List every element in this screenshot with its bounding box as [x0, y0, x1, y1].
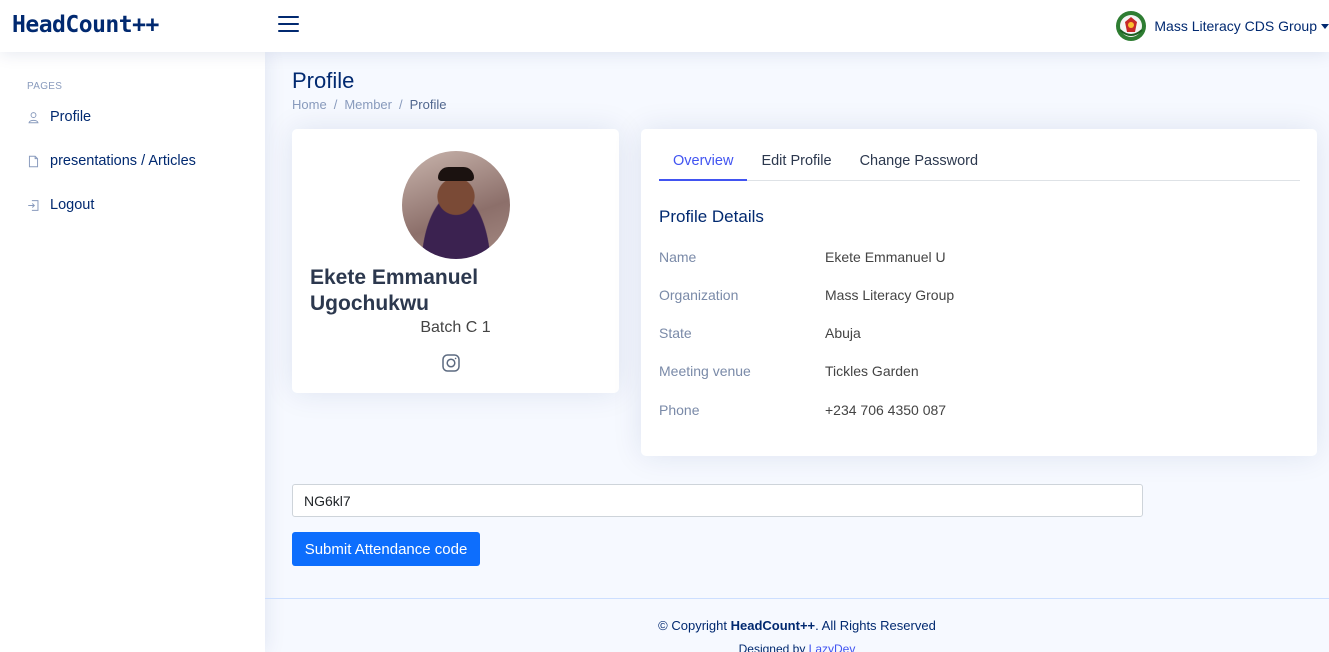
- detail-label: Phone: [659, 402, 700, 418]
- detail-row-state: State Abuja: [659, 325, 861, 341]
- copyright-brand: HeadCount++: [730, 618, 816, 633]
- copyright: © Copyright HeadCount++. All Rights Rese…: [265, 618, 1329, 633]
- nav-heading: PAGES: [27, 81, 63, 92]
- sidebar-item-profile[interactable]: Profile: [27, 109, 91, 125]
- breadcrumb-separator: /: [333, 97, 338, 112]
- breadcrumb: Home / Member / Profile: [292, 97, 446, 112]
- tab-overview[interactable]: Overview: [659, 147, 748, 181]
- credits: Designed by LazyDev: [265, 642, 1329, 652]
- logout-icon: [28, 199, 39, 211]
- breadcrumb-current: Profile: [409, 97, 447, 112]
- designer-link[interactable]: LazyDev: [809, 642, 856, 652]
- top-header: HeadCount++ Mass Literacy CDS Group: [0, 0, 1329, 52]
- detail-value: Tickles Garden: [825, 363, 919, 379]
- profile-batch: Batch C 1: [292, 319, 619, 337]
- breadcrumb-member[interactable]: Member: [344, 97, 392, 112]
- profile-name: Ekete Emmanuel Ugochukwu: [310, 266, 479, 315]
- user-name: Mass Literacy CDS Group: [1154, 17, 1317, 34]
- profile-batch-text: Batch C 1: [420, 319, 491, 336]
- detail-row-organization: Organization Mass Literacy Group: [659, 287, 954, 303]
- profile-card: Ekete Emmanuel Ugochukwu Batch C 1: [292, 129, 619, 393]
- page-title: Profile: [292, 68, 355, 93]
- sidebar-item-label: Profile: [50, 109, 92, 125]
- sidebar-item-logout[interactable]: Logout: [27, 197, 94, 213]
- menu-toggle-icon[interactable]: [278, 16, 299, 34]
- detail-label: Meeting venue: [659, 363, 751, 379]
- sidebar-item-label: Logout: [50, 197, 95, 213]
- profile-details-card: Overview Edit Profile Change Password Pr…: [641, 129, 1317, 456]
- copyright-suffix: . All Rights Reserved: [815, 618, 936, 633]
- detail-label: State: [659, 325, 692, 341]
- submit-attendance-button[interactable]: Submit Attendance code: [292, 532, 480, 566]
- section-title: Profile Details: [659, 207, 764, 226]
- sidebar: PAGES Profile presentations / Articles L…: [0, 52, 265, 652]
- instagram-icon[interactable]: [442, 354, 460, 372]
- app-logo[interactable]: HeadCount++: [12, 12, 159, 38]
- group-logo-icon: [1116, 10, 1147, 41]
- detail-label: Organization: [659, 287, 739, 303]
- breadcrumb-home[interactable]: Home: [292, 97, 327, 112]
- file-icon: [28, 155, 39, 167]
- detail-value: Ekete Emmanuel U: [825, 249, 946, 265]
- sidebar-item-presentations[interactable]: presentations / Articles: [27, 153, 196, 169]
- detail-value: Abuja: [825, 325, 861, 341]
- detail-row-meeting-venue: Meeting venue Tickles Garden: [659, 363, 919, 379]
- tab-change-password[interactable]: Change Password: [846, 147, 993, 181]
- credits-prefix: Designed by: [738, 642, 809, 652]
- detail-value: +234 706 4350 087: [825, 402, 947, 418]
- detail-label: Name: [659, 249, 697, 265]
- footer: © Copyright HeadCount++. All Rights Rese…: [265, 598, 1329, 652]
- person-icon: [28, 111, 39, 123]
- detail-row-name: Name Ekete Emmanuel U: [659, 249, 946, 265]
- profile-tabs: Overview Edit Profile Change Password: [659, 147, 1300, 181]
- tab-edit-profile[interactable]: Edit Profile: [747, 147, 845, 181]
- attendance-code-input[interactable]: [292, 484, 1143, 517]
- copyright-prefix: © Copyright: [658, 618, 731, 633]
- detail-row-phone: Phone +234 706 4350 087: [659, 402, 946, 418]
- profile-photo: [402, 151, 510, 259]
- breadcrumb-separator: /: [399, 97, 403, 112]
- user-menu[interactable]: Mass Literacy CDS Group: [1115, 9, 1329, 42]
- chevron-down-icon: [1321, 24, 1329, 29]
- sidebar-item-label: presentations / Articles: [50, 153, 196, 169]
- detail-value: Mass Literacy Group: [825, 287, 955, 303]
